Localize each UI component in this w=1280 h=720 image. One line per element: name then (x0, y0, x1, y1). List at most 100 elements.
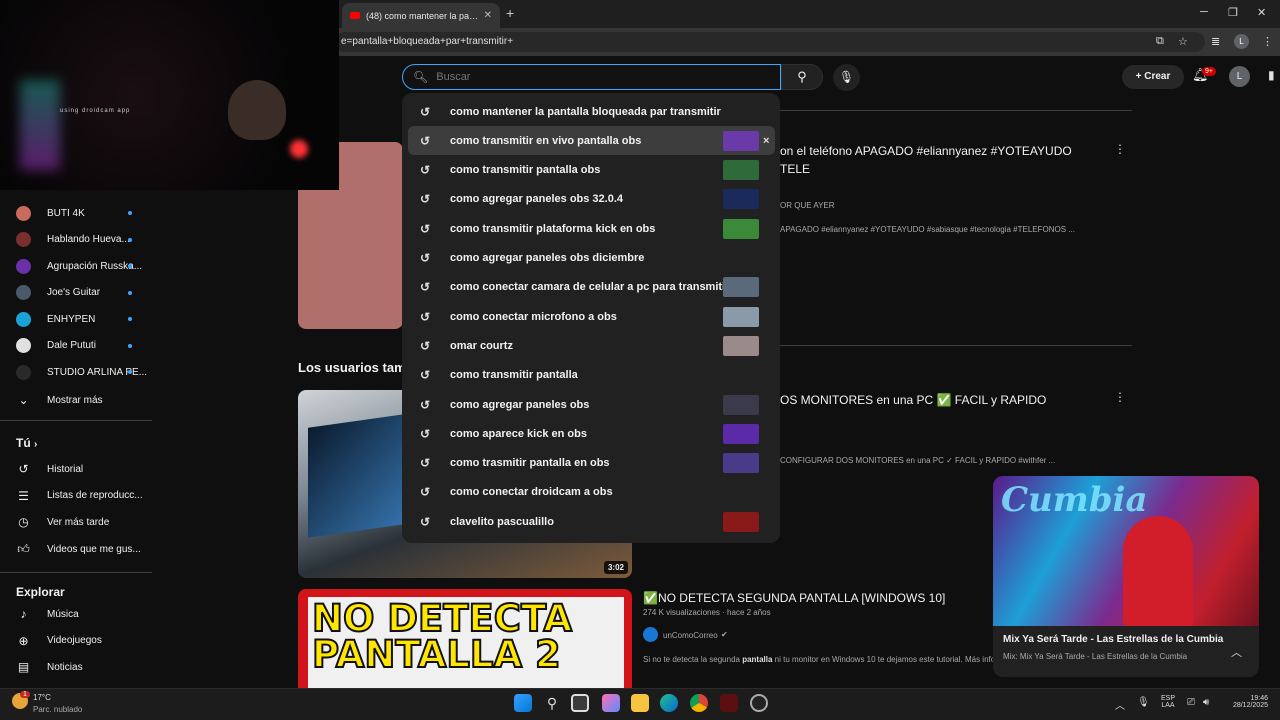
history-icon: ↺ (419, 104, 431, 119)
search-input[interactable] (436, 71, 737, 83)
network-icon[interactable]: ⎚ (1187, 697, 1195, 708)
search-suggestion[interactable]: ↺ como transmitir pantalla obs (408, 156, 775, 185)
thumbnail-caption: NO DETECTA PANTALLA 2 (311, 599, 573, 674)
search-suggestions-dropdown: ↺ como mantener la pantalla bloqueada par… (402, 93, 780, 543)
browser-profile-avatar[interactable]: L (1234, 34, 1249, 49)
subscription-item[interactable]: STUDIO ARLINA PE... (0, 359, 152, 385)
scrollbar-thumb[interactable]: ▮ (1268, 68, 1275, 82)
subscription-label: STUDIO ARLINA PE... (47, 366, 148, 378)
channel-name[interactable]: unComoCorreo (663, 631, 718, 640)
video-title-line2[interactable]: TELE (780, 162, 810, 176)
obs-icon[interactable] (750, 694, 768, 712)
maximize-button[interactable]: ❐ (1228, 6, 1238, 19)
you-heading[interactable]: Tú › (16, 436, 37, 450)
search-suggestion[interactable]: ↺ como conectar droidcam a obs (408, 478, 775, 507)
history-icon: ↺ (419, 397, 431, 412)
subscription-item[interactable]: Agrupación Russka... (0, 253, 152, 279)
start-button[interactable] (514, 694, 532, 712)
subscription-item[interactable]: ENHYPEN (0, 306, 152, 332)
search-icon[interactable]: ⚲ (543, 694, 561, 712)
subscription-item[interactable]: Joe's Guitar (0, 280, 152, 306)
search-suggestion[interactable]: ↺ como aparece kick en obs (408, 419, 775, 448)
copilot-icon[interactable] (602, 694, 620, 712)
file-explorer-icon[interactable] (631, 694, 649, 712)
browser-menu-icon[interactable]: ⋮ (1262, 35, 1273, 48)
subscription-item[interactable]: Hablando Hueva... (0, 227, 152, 253)
account-avatar[interactable]: L (1229, 66, 1250, 87)
volume-icon[interactable]: 🔊︎ (1203, 697, 1209, 708)
subscription-item[interactable]: Dale Pututi (0, 333, 152, 359)
language-indicator[interactable]: ESP LAA (1160, 695, 1176, 709)
search-button[interactable]: ⚲ (781, 64, 823, 90)
youtube-favicon-icon (350, 12, 360, 19)
sidebar-item[interactable]: ♪ Música (0, 601, 152, 627)
remove-suggestion-icon[interactable]: × (763, 135, 769, 147)
sidebar-item[interactable]: ☰ Listas de reproducc... (0, 483, 152, 509)
new-tab-button[interactable]: + (506, 5, 514, 21)
close-tab-icon[interactable]: ✕ (484, 10, 492, 21)
suggestion-thumbnail (723, 160, 759, 181)
app-icon[interactable] (720, 694, 738, 712)
suggestion-text: como transmitir pantalla (450, 369, 578, 382)
bookmark-star-icon[interactable]: ☆ (1178, 35, 1188, 48)
task-view-icon[interactable] (571, 694, 589, 712)
search-suggestion[interactable]: ↺ como agregar paneles obs (408, 390, 775, 419)
browser-tab[interactable]: (48) como mantener la pantalla ✕ (342, 3, 500, 28)
search-box[interactable]: 🔍︎ (402, 64, 781, 90)
subscription-label: Dale Pututi (47, 340, 96, 351)
search-suggestion[interactable]: ↺ omar courtz (408, 331, 775, 360)
date: 28/12/2025 (1232, 702, 1268, 709)
more-options-icon[interactable]: ⋮ (1114, 390, 1126, 404)
suggestion-thumbnail (723, 277, 759, 298)
miniplayer-title[interactable]: Mix Ya Será Tarde - Las Estrellas de la … (1003, 634, 1223, 645)
search-suggestion[interactable]: ↺ como agregar paneles obs 32.0.4 (408, 185, 775, 214)
search-suggestion[interactable]: ↺ como trasmitir pantalla en obs (408, 449, 775, 478)
video-title[interactable]: ✅NO DETECTA SEGUNDA PANTALLA [WINDOWS 10… (643, 591, 945, 605)
more-options-icon[interactable]: ⋮ (1114, 142, 1126, 156)
video-title[interactable]: on el teléfono APAGADO #eliannyanez #YOT… (780, 144, 1072, 158)
create-button[interactable]: + Crear (1122, 65, 1184, 89)
minimize-button[interactable]: ─ (1200, 6, 1208, 18)
sidebar-item[interactable]: ↺ Historial (0, 456, 152, 482)
media-controls-icon[interactable]: ≣ (1211, 35, 1220, 48)
divider (780, 110, 1132, 111)
clock-icon: ◷ (18, 515, 29, 530)
miniplayer-video[interactable]: Cumbia (993, 476, 1259, 626)
search-suggestion[interactable]: ↺ como transmitir pantalla (408, 361, 775, 390)
clock[interactable]: 19:46 28/12/2025 (1220, 695, 1268, 709)
history-icon: ↺ (419, 133, 431, 148)
edge-icon[interactable] (660, 694, 678, 712)
subscription-item[interactable]: BUTI 4K (0, 200, 152, 226)
sidebar-item[interactable]: ⊕ Videojuegos (0, 628, 152, 654)
search-suggestion[interactable]: ↺ clavelito pascualillo (408, 507, 775, 536)
search-suggestion[interactable]: ↺ como mantener la pantalla bloqueada par… (408, 97, 775, 126)
search-suggestion[interactable]: ↺ como conectar microfono a obs (408, 302, 775, 331)
install-app-icon[interactable]: ⧉ (1156, 35, 1164, 48)
expand-chevron-icon[interactable]: ︿ (1231, 644, 1242, 660)
video-thumbnail[interactable]: NO DETECTA PANTALLA 2 (298, 589, 632, 688)
video-title[interactable]: OS MONITORES en una PC ✅ FACIL y RAPIDO (780, 393, 1046, 407)
history-icon: ↺ (419, 192, 431, 207)
tray-chevron-icon[interactable]: ︿ (1115, 697, 1125, 712)
search-suggestion[interactable]: ↺ como agregar paneles obs diciembre (408, 244, 775, 273)
voice-search-button[interactable]: 🎙︎ (833, 64, 860, 91)
sidebar-item[interactable]: 👍︎ Videos que me gus... (0, 536, 152, 562)
show-more-button[interactable]: ⌄ Mostrar más (0, 387, 152, 413)
microphone-icon[interactable]: 🎙︎ (1137, 697, 1150, 708)
suggestion-thumbnail (723, 218, 759, 239)
chrome-icon[interactable] (690, 694, 708, 712)
search-suggestion[interactable]: ↺ como transmitir plataforma kick en obs (408, 214, 775, 243)
miniplayer[interactable]: Cumbia Mix Ya Será Tarde - Las Estrellas… (993, 476, 1259, 677)
channel-avatar[interactable] (643, 627, 658, 642)
sidebar-item-label: Historial (47, 463, 84, 475)
search-suggestion[interactable]: ↺ como conectar camara de celular a pc pa… (408, 273, 775, 302)
playlist-icon: ☰ (18, 488, 29, 503)
new-content-dot (128, 211, 132, 215)
address-bar[interactable]: e=pantalla+bloqueada+par+transmitir+ (335, 32, 1205, 52)
sidebar-item-label: Videos que me gus... (47, 543, 141, 555)
sidebar-item[interactable]: ▤ Noticias (0, 654, 152, 680)
window-close-button[interactable]: ✕ (1257, 6, 1266, 19)
search-suggestion[interactable]: ↺ como transmitir en vivo pantalla obs × (408, 126, 775, 156)
sidebar-item[interactable]: ◷ Ver más tarde (0, 509, 152, 535)
description-part: Si no te detecta la segunda (643, 655, 743, 664)
